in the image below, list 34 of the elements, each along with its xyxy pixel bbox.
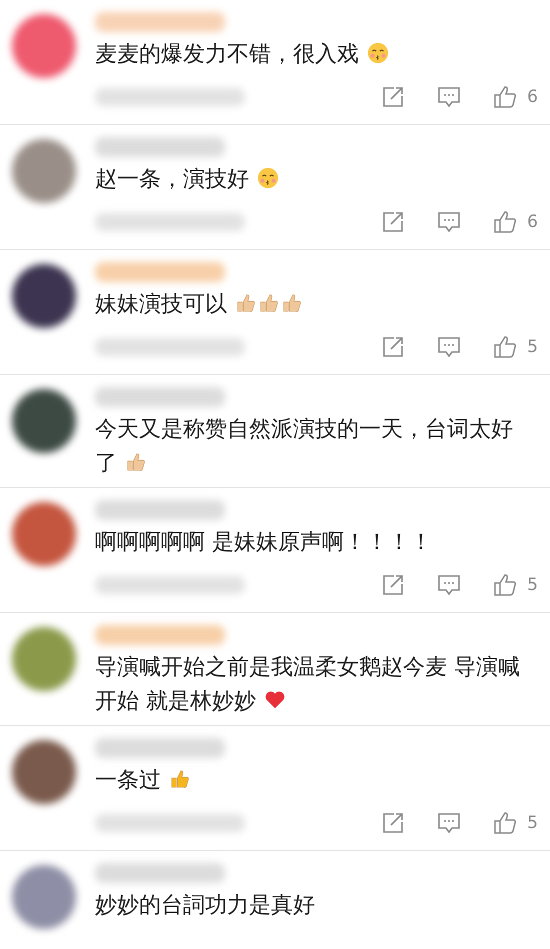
comment-text: 赵一条，演技好 <box>95 167 279 192</box>
share-icon[interactable] <box>381 573 406 597</box>
comment-text: 导演喊开始之前是我温柔女鹅赵今麦 导演喊开始 就是林妙妙 <box>95 655 520 714</box>
comment-icon[interactable] <box>437 573 462 597</box>
comment-text: 妹妹演技可以 <box>95 292 303 317</box>
kissing-face-icon <box>367 42 389 64</box>
comment-text: 今天又是称赞自然派演技的一天，台词太好了 <box>95 417 513 476</box>
avatar[interactable] <box>12 740 76 804</box>
avatar[interactable] <box>12 264 76 328</box>
thumbs-up-icon <box>169 768 191 790</box>
comment-icon[interactable] <box>437 210 462 234</box>
thumbs-up-icon <box>258 292 280 314</box>
share-icon[interactable] <box>381 85 406 109</box>
thumbs-up-icon <box>125 451 147 473</box>
comment-icon[interactable] <box>437 85 462 109</box>
like-button[interactable]: 5 <box>493 573 538 597</box>
comment-text: 麦麦的爆发力不错，很入戏 <box>95 42 389 67</box>
like-button[interactable]: 6 <box>493 85 538 109</box>
like-button[interactable]: 5 <box>493 811 538 835</box>
thumbs-up-icon <box>281 292 303 314</box>
like-button[interactable]: 5 <box>493 335 538 359</box>
share-icon[interactable] <box>381 811 406 835</box>
comment-text: 啊啊啊啊啊 是妹妹原声啊！！！！ <box>95 530 432 555</box>
share-icon[interactable] <box>381 335 406 359</box>
comment-icon[interactable] <box>437 335 462 359</box>
comment-icon[interactable] <box>437 811 462 835</box>
comment-text: 妙妙的台詞功力是真好 <box>95 893 315 918</box>
avatar[interactable] <box>12 389 76 453</box>
like-button[interactable]: 6 <box>493 210 538 234</box>
share-icon[interactable] <box>381 210 406 234</box>
heart-icon <box>264 689 286 711</box>
thumbs-up-icon <box>235 292 257 314</box>
kissing-face-icon <box>257 167 279 189</box>
comment-text: 一条过 <box>95 768 191 793</box>
